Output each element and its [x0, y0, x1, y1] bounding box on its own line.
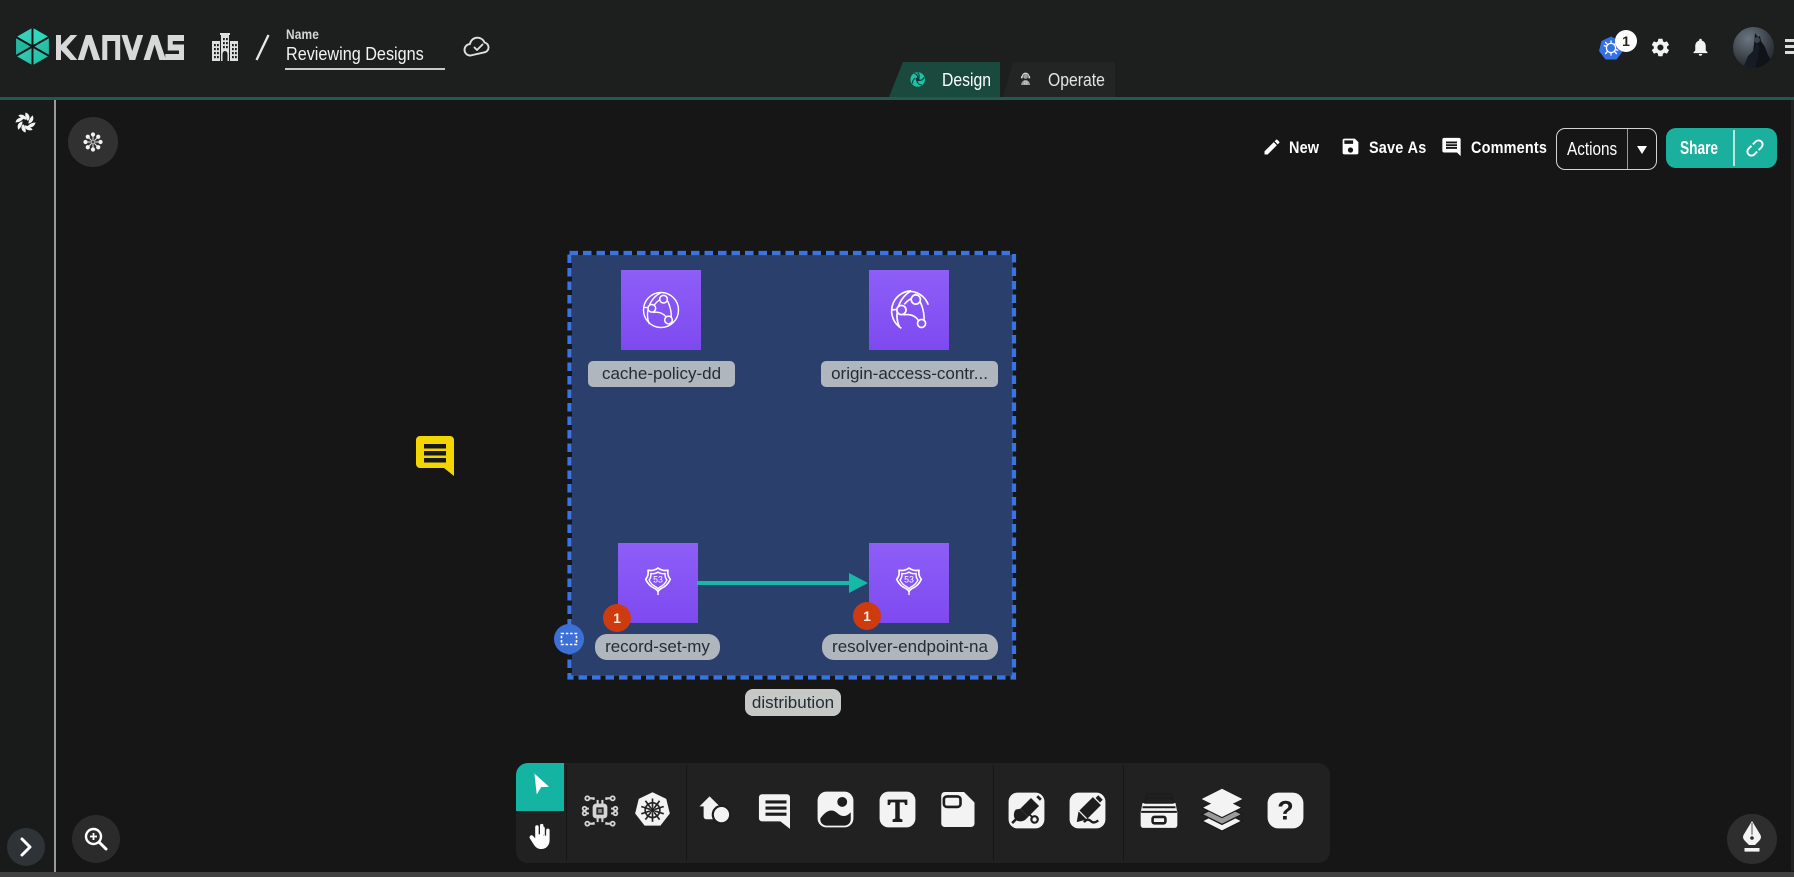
svg-text:53: 53 — [653, 575, 663, 585]
svg-text:53: 53 — [904, 575, 914, 585]
svg-text:?: ? — [1277, 795, 1293, 825]
